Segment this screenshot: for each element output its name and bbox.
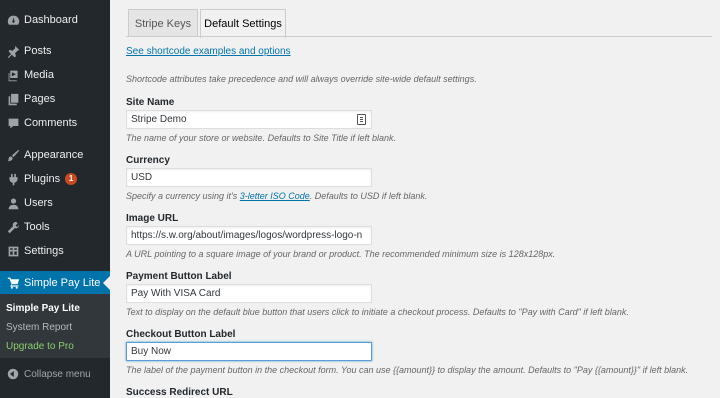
sidebar-item-label: Plugins	[24, 173, 61, 185]
submenu-item-system-report[interactable]: System Report	[6, 322, 72, 333]
sidebar-item-label: Comments	[24, 117, 78, 129]
image-url-label: Image URL	[126, 213, 179, 224]
payment-button-input[interactable]: Pay With VISA Card	[126, 284, 372, 303]
sidebar-item-comments[interactable]: Comments	[0, 112, 110, 134]
active-indicator-arrow	[103, 276, 110, 290]
image-url-help: A URL pointing to a square image of your…	[126, 249, 556, 259]
site-name-input[interactable]: Stripe Demo	[126, 110, 372, 129]
tab-stripe-keys[interactable]: Stripe Keys	[128, 9, 198, 37]
intro-note: Shortcode attributes take precedence and…	[126, 74, 477, 84]
image-url-value: https://s.w.org/about/images/logos/wordp…	[131, 230, 363, 241]
sidebar-item-settings[interactable]: Settings	[0, 240, 110, 262]
checkout-button-input[interactable]: Buy Now	[126, 342, 372, 361]
admin-sidebar: Dashboard Posts Media Pages Comments App…	[0, 0, 110, 398]
pages-icon	[2, 93, 24, 106]
collapse-menu-button[interactable]: Collapse menu	[0, 365, 110, 383]
payment-button-help: Text to display on the default blue butt…	[126, 307, 629, 317]
success-redirect-label: Success Redirect URL	[126, 387, 233, 398]
settings-icon	[2, 245, 24, 258]
main-content: Stripe Keys Default Settings See shortco…	[110, 0, 720, 398]
cart-icon	[2, 276, 24, 289]
sidebar-item-pages[interactable]: Pages	[0, 88, 110, 110]
sidebar-item-label: Appearance	[24, 149, 84, 161]
currency-value: USD	[131, 172, 153, 183]
tabs-divider	[126, 36, 712, 37]
payment-button-label: Payment Button Label	[126, 271, 232, 282]
sidebar-item-posts[interactable]: Posts	[0, 40, 110, 62]
brush-icon	[2, 149, 24, 162]
collapse-menu-label: Collapse menu	[24, 368, 91, 380]
site-name-help: The name of your store or website. Defau…	[126, 133, 397, 143]
sidebar-item-label: Posts	[24, 45, 52, 57]
dashboard-icon	[2, 14, 24, 27]
sidebar-item-label: Pages	[24, 93, 56, 105]
comment-icon	[2, 117, 24, 130]
submenu-item-upgrade-to-pro[interactable]: Upgrade to Pro	[6, 341, 74, 352]
wrench-icon	[2, 221, 24, 234]
currency-help-text-end: . Defaults to USD if left blank.	[309, 191, 428, 201]
site-name-label: Site Name	[126, 97, 175, 108]
currency-label: Currency	[126, 155, 170, 166]
sidebar-item-label: Settings	[24, 245, 64, 257]
currency-help: Specify a currency using it's 3-letter I…	[126, 191, 427, 201]
checkout-button-value: Buy Now	[131, 346, 172, 357]
user-icon	[2, 197, 24, 210]
payment-button-value: Pay With VISA Card	[131, 288, 221, 299]
media-icon	[2, 69, 24, 82]
submenu-item-simple-pay-lite[interactable]: Simple Pay Lite	[6, 303, 80, 314]
contact-card-icon[interactable]	[357, 114, 366, 125]
sidebar-item-media[interactable]: Media	[0, 64, 110, 86]
plugin-icon	[2, 173, 24, 186]
sidebar-item-users[interactable]: Users	[0, 192, 110, 214]
image-url-input[interactable]: https://s.w.org/about/images/logos/wordp…	[126, 226, 372, 245]
iso-code-link[interactable]: 3-letter ISO Code	[240, 191, 310, 201]
tab-default-settings[interactable]: Default Settings	[200, 9, 286, 38]
sidebar-item-plugins[interactable]: Plugins 1	[0, 168, 110, 190]
sidebar-item-label: Simple Pay Lite	[24, 276, 101, 289]
update-count-badge: 1	[65, 173, 78, 185]
sidebar-item-label: Users	[24, 197, 53, 209]
currency-input[interactable]: USD	[126, 168, 372, 187]
site-name-value: Stripe Demo	[131, 114, 187, 125]
sidebar-item-label: Media	[24, 69, 54, 81]
pin-icon	[2, 45, 24, 58]
checkout-button-help: The label of the payment button in the c…	[126, 365, 689, 375]
checkout-button-label: Checkout Button Label	[126, 329, 236, 340]
currency-help-text: Specify a currency using it's	[126, 191, 240, 201]
sidebar-item-appearance[interactable]: Appearance	[0, 144, 110, 166]
sidebar-item-simple-pay-lite[interactable]: Simple Pay Lite	[0, 271, 110, 294]
shortcode-examples-link[interactable]: See shortcode examples and options	[126, 46, 291, 57]
sidebar-item-label: Tools	[24, 221, 50, 233]
collapse-icon	[2, 368, 24, 380]
sidebar-submenu: Simple Pay Lite System Report Upgrade to…	[0, 294, 110, 358]
sidebar-item-dashboard[interactable]: Dashboard	[0, 9, 110, 31]
sidebar-item-label: Dashboard	[24, 14, 78, 26]
sidebar-item-tools[interactable]: Tools	[0, 216, 110, 238]
